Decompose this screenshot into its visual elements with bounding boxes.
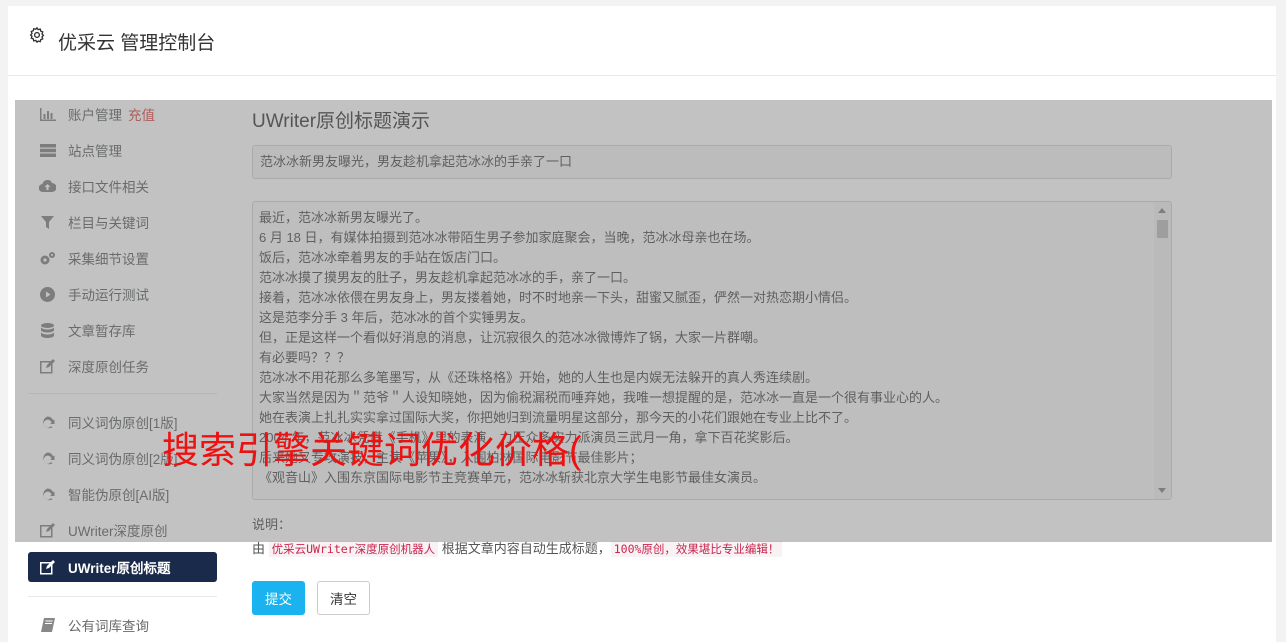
sidebar-item-label: 深度原创任务: [68, 360, 149, 375]
book-icon: [39, 617, 56, 633]
refresh-icon: [39, 450, 56, 466]
edit-icon: [39, 559, 56, 575]
scroll-thumb[interactable]: [1157, 220, 1168, 238]
edit-icon: [39, 358, 56, 374]
note-middle: 根据文章内容自动生成标题，: [438, 541, 611, 556]
sidebar-item-uwriter-title[interactable]: UWriter原创标题: [28, 552, 217, 582]
console-title: 优采云 管理控制台: [58, 33, 216, 54]
sidebar-item-label: 站点管理: [68, 144, 122, 159]
edit-icon: [39, 522, 56, 538]
sidebar-item-deep-original-task[interactable]: 深度原创任务: [28, 348, 217, 384]
sidebar-item-sites[interactable]: 站点管理: [28, 132, 217, 168]
filter-icon: [39, 214, 56, 230]
sidebar-item-label: 账户管理: [68, 108, 122, 123]
cloud-upload-icon: [39, 178, 56, 194]
article-line: 这是范李分手 3 年后，范冰冰的首个实锤男友。: [259, 310, 534, 325]
article-line: 但，正是这样一个看似好消息的消息，让沉寂很久的范冰冰微博炸了锅，大家一片群嘲。: [259, 330, 767, 345]
article-line: 范冰冰摸了摸男友的肚子，男友趁机拿起范冰冰的手，亲了一口。: [259, 270, 637, 285]
refresh-icon: [39, 486, 56, 502]
cogs-icon: [39, 250, 56, 266]
top-header: 优采云 管理控制台: [8, 6, 1276, 76]
action-buttons: 提交 清空: [252, 581, 1172, 615]
article-line: 最近，范冰冰新男友曝光了。: [259, 210, 429, 225]
scroll-up-arrow-icon[interactable]: [1158, 208, 1166, 213]
scroll-down-arrow-icon[interactable]: [1158, 488, 1166, 493]
sidebar-item-label: 智能伪原创[AI版]: [68, 488, 170, 503]
page-title: UWriter原创标题演示: [252, 111, 431, 132]
generated-title-field[interactable]: 范冰冰新男友曝光，男友趁机拿起范冰冰的手亲了一口: [252, 145, 1172, 179]
article-line: 有必要吗？？？: [259, 350, 351, 365]
sidebar-item-label: 文章暂存库: [68, 324, 136, 339]
sidebar-item-article-storage[interactable]: 文章暂存库: [28, 312, 217, 348]
sidebar-divider: [28, 393, 217, 394]
sidebar-item-label: UWriter原创标题: [68, 561, 171, 576]
play-circle-icon: [39, 286, 56, 302]
sidebar-item-uwriter-deep[interactable]: UWriter深度原创: [28, 512, 217, 548]
watermark-text: 搜索引擎关键词优化价格(: [162, 430, 582, 471]
note-text: 由 优采云UWriter深度原创机器人 根据文章内容自动生成标题， 100%原创，…: [252, 538, 1172, 557]
sidebar-divider: [28, 596, 217, 597]
sidebar-item-collect-settings[interactable]: 采集细节设置: [28, 240, 217, 276]
note-label: 说明：: [252, 517, 292, 532]
note-robot-name: 优采云UWriter深度原创机器人: [268, 541, 439, 557]
note-prefix: 由: [252, 541, 269, 556]
textarea-scrollbar[interactable]: [1154, 202, 1171, 499]
sidebar-item-label: 手动运行测试: [68, 288, 149, 303]
sidebar: 账户管理 充值 站点管理 接口文件相关 栏目与关键词 采集细节设置 手动运行测试…: [28, 96, 217, 642]
refresh-icon: [39, 414, 56, 430]
sidebar-item-manual-run[interactable]: 手动运行测试: [28, 276, 217, 312]
gear-icon: [29, 26, 45, 44]
clear-button[interactable]: 清空: [317, 581, 370, 615]
sidebar-item-public-lexicon[interactable]: 公有词库查询: [28, 607, 217, 642]
sidebar-item-label: 栏目与关键词: [68, 216, 149, 231]
article-line: 大家当然是因为＂范爷＂人设知晓她，因为偷税漏税而唾弃她，我唯一想提醒的是，范冰冰…: [259, 390, 949, 405]
sidebar-item-label: 接口文件相关: [68, 180, 149, 195]
sidebar-item-account[interactable]: 账户管理 充值: [28, 96, 217, 132]
database-icon: [39, 322, 56, 338]
sidebar-item-label: UWriter深度原创: [68, 524, 168, 539]
main-panel: 账户管理 充值 站点管理 接口文件相关 栏目与关键词 采集细节设置 手动运行测试…: [8, 76, 1276, 642]
sidebar-item-interface-files[interactable]: 接口文件相关: [28, 168, 217, 204]
article-line: 范冰冰不用花那么多笔墨写，从《还珠格格》开始，她的人生也是内娱无法躲开的真人秀连…: [259, 370, 819, 385]
submit-button[interactable]: 提交: [252, 581, 305, 615]
bar-chart-icon: [39, 106, 56, 122]
main-content: UWriter原创标题演示 范冰冰新男友曝光，男友趁机拿起范冰冰的手亲了一口 最…: [252, 106, 1172, 615]
sidebar-item-label: 采集细节设置: [68, 252, 149, 267]
article-line: 6 月 18 日，有媒体拍摄到范冰冰带陌生男子参加家庭聚会，当晚，范冰冰母亲也在…: [259, 230, 760, 245]
sidebar-item-columns-keywords[interactable]: 栏目与关键词: [28, 204, 217, 240]
recharge-link[interactable]: 充值: [128, 104, 155, 124]
sidebar-item-label: 公有词库查询: [68, 619, 149, 634]
article-line: 接着，范冰冰依偎在男友身上，男友搂着她，时不时地亲一下头，甜蜜又腻歪，俨然一对热…: [259, 290, 858, 305]
sidebar-item-ai-rewrite[interactable]: 智能伪原创[AI版]: [28, 476, 217, 512]
note-highlight: 100%原创，效果堪比专业编辑！: [610, 541, 783, 557]
article-line: 饭后，范冰冰牵着男友的手站在饭店门口。: [259, 250, 507, 265]
server-icon: [39, 142, 56, 158]
